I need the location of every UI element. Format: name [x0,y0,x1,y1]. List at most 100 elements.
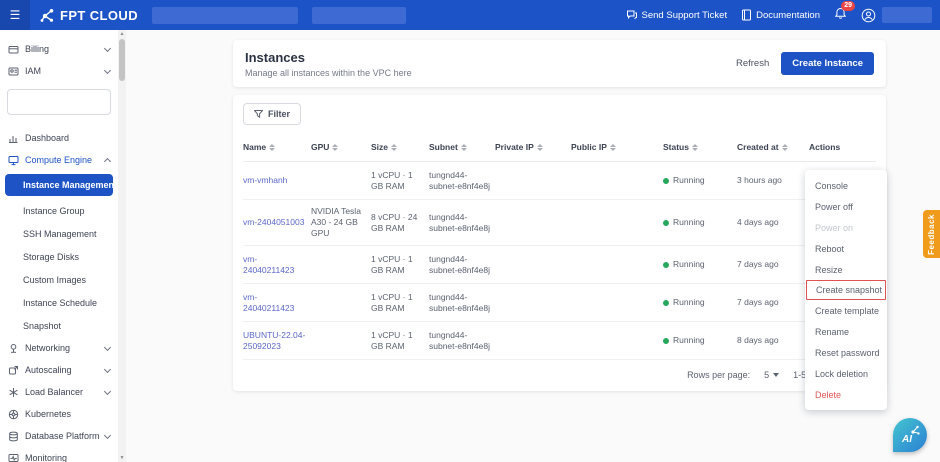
vpc-select-box-redacted[interactable] [7,89,111,115]
menu-item-power-off[interactable]: Power off [805,196,887,217]
chevron-down-icon [104,431,111,438]
chevron-down-icon [104,343,111,350]
menu-item-resize[interactable]: Resize [805,259,887,280]
instance-name-link[interactable]: vm-2404051003 [243,217,307,228]
menu-item-delete[interactable]: Delete [805,384,887,405]
size-cell: 8 vCPU · 24 GB RAM [371,212,425,234]
sidebar-scrollbar[interactable]: ▲ ▼ [118,30,126,462]
table-row: vm-vmhanh 1 vCPU · 1 GB RAM tungnd44-sub… [243,162,876,200]
sidebar-item-instance-schedule[interactable]: Instance Schedule [0,291,118,314]
user-avatar-icon[interactable] [861,8,876,23]
sort-icon[interactable] [391,144,397,151]
sidebar-item-autoscaling[interactable]: Autoscaling [0,359,118,381]
sidebar-item-label: Monitoring [25,453,110,462]
status-dot [663,338,669,344]
ai-assistant-icon: AI [898,423,922,447]
sort-icon[interactable] [269,144,275,151]
sort-icon[interactable] [692,144,698,151]
sidebar-item-ssh-management[interactable]: SSH Management [0,222,118,245]
refresh-button[interactable]: Refresh [736,58,769,69]
instance-name-link[interactable]: vm-24040211423 [243,292,307,314]
sidebar-item-label: Load Balancer [25,387,99,397]
sort-icon[interactable] [782,144,788,151]
sidebar-item-label: Billing [25,44,99,54]
sidebar-item-billing[interactable]: Billing [0,38,118,60]
fpt-cloud-molecule-icon [40,8,55,23]
sort-icon[interactable] [332,144,338,151]
menu-item-create-snapshot[interactable]: Create snapshot [806,280,886,300]
menu-item-reboot[interactable]: Reboot [805,238,887,259]
sort-icon[interactable] [537,144,543,151]
ai-assistant-button[interactable]: AI [893,418,927,452]
page-header-card: Instances Manage all instances within th… [233,40,886,87]
status-cell: Running [663,175,733,186]
table-header-row: Name GPU Size Subnet Private IP Public I… [243,135,876,162]
documentation-label: Documentation [756,10,820,21]
networking-icon [8,343,19,354]
status-dot [663,262,669,268]
load-balancer-icon [8,387,19,398]
scrollbar-thumb[interactable] [119,39,125,81]
instance-actions-context-menu: Console Power off Power on Reboot Resize… [805,170,887,410]
sidebar-item-monitoring[interactable]: Monitoring [0,447,118,462]
sidebar-item-kubernetes[interactable]: Kubernetes [0,403,118,425]
create-instance-button[interactable]: Create Instance [781,52,874,75]
sidebar-item-instance-management-selected[interactable]: Instance Management [5,174,113,196]
instance-name-link[interactable]: vm-24040211423 [243,254,307,276]
sort-icon[interactable] [461,144,467,151]
feedback-tab[interactable]: Feedback [923,210,940,258]
dashboard-icon [8,133,19,144]
notifications-button[interactable]: 29 [834,7,847,23]
org-selector-redacted[interactable] [152,7,298,24]
chevron-down-icon [104,387,111,394]
instance-name-link[interactable]: vm-vmhanh [243,175,307,186]
sidebar-item-iam[interactable]: IAM [0,60,118,82]
filter-button[interactable]: Filter [243,103,301,125]
vpc-selector-redacted[interactable] [312,7,406,24]
brand-logo[interactable]: FPT CLOUD [40,8,138,23]
monitoring-icon [8,453,19,462]
sidebar-item-storage-disks[interactable]: Storage Disks [0,245,118,268]
size-cell: 1 vCPU · 1 GB RAM [371,330,425,352]
scroll-up-arrow-icon[interactable]: ▲ [118,31,126,37]
username-redacted[interactable] [882,7,932,23]
documentation-link[interactable]: Documentation [741,9,820,21]
menu-item-lock-deletion[interactable]: Lock deletion [805,363,887,384]
sidebar-item-custom-images[interactable]: Custom Images [0,268,118,291]
table-row: vm-24040211423 1 vCPU · 1 GB RAM tungnd4… [243,246,876,284]
menu-item-console[interactable]: Console [805,175,887,196]
sidebar-item-snapshot[interactable]: Snapshot [0,314,118,337]
column-header-gpu: GPU [311,142,367,153]
sidebar-item-load-balancer[interactable]: Load Balancer [0,381,118,403]
sidebar-item-database-platform[interactable]: Database Platform [0,425,118,447]
menu-item-reset-password[interactable]: Reset password [805,342,887,363]
sidebar-item-compute-engine[interactable]: Compute Engine [0,149,118,171]
column-header-created-at: Created at [737,142,805,153]
hamburger-menu-icon[interactable]: ☰ [0,0,30,30]
column-header-name: Name [243,142,307,153]
topbar-right: Send Support Ticket Documentation 29 [626,7,940,23]
sidebar-item-label: Kubernetes [25,409,110,419]
scroll-down-arrow-icon[interactable]: ▼ [118,455,126,461]
pagination-bar: Rows per page: 5 1-5 of 13 ‹ › [243,360,876,391]
instance-name-link[interactable]: UBUNTU-22.04-25092023 [243,330,307,352]
menu-item-create-template[interactable]: Create template [805,300,887,321]
menu-item-rename[interactable]: Rename [805,321,887,342]
column-header-private-ip: Private IP [495,142,567,153]
sidebar-item-instance-group[interactable]: Instance Group [0,199,118,222]
sort-icon[interactable] [610,144,616,151]
table-row: vm-2404051003 NVIDIA Tesla A30 - 24 GB G… [243,200,876,246]
feedback-label: Feedback [927,214,936,255]
support-chat-icon [626,9,638,21]
sidebar-item-networking[interactable]: Networking [0,337,118,359]
created-at-cell: 7 days ago [737,259,805,270]
sidebar-item-label: Instance Management [23,180,117,190]
svg-text:AI: AI [901,434,912,445]
sidebar-item-dashboard[interactable]: Dashboard [0,127,118,149]
status-cell: Running [663,217,733,228]
autoscaling-icon [8,365,19,376]
send-support-ticket-link[interactable]: Send Support Ticket [626,9,728,21]
sidebar-item-label: Snapshot [23,321,61,331]
rows-per-page-select[interactable]: 5 [764,370,779,380]
send-support-ticket-label: Send Support Ticket [642,10,728,21]
